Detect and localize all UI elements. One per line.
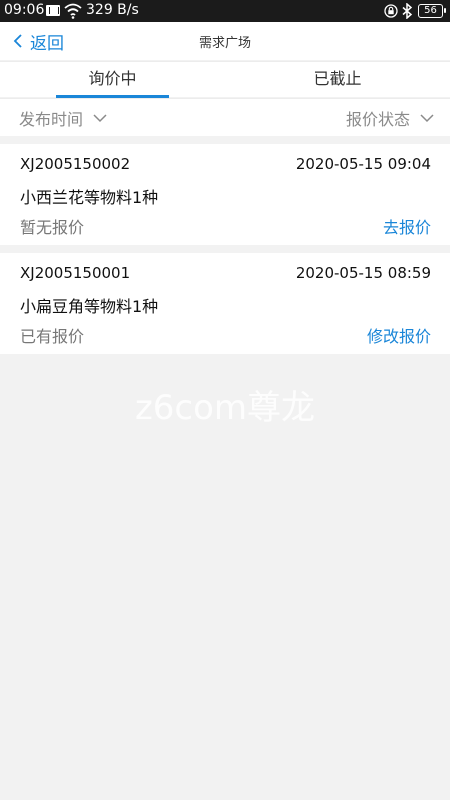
tab-bar: 询价中 已截止 <box>0 61 450 98</box>
battery-level: 56 <box>424 5 437 16</box>
inquiry-card[interactable]: XJ2005150001 2020-05-15 08:59 小扁豆角等物料1种 … <box>0 253 450 354</box>
filter-quote-status[interactable]: 报价状态 <box>346 99 434 137</box>
wifi-icon <box>64 3 82 19</box>
bluetooth-icon <box>402 3 413 19</box>
chevron-down-icon <box>93 114 107 123</box>
lock-icon <box>384 4 398 18</box>
modify-quote-button[interactable]: 修改报价 <box>367 323 431 347</box>
filter-publish-time[interactable]: 发布时间 <box>19 99 107 137</box>
inquiry-name: 小西兰花等物料1种 <box>20 188 159 207</box>
filter-publish-time-label: 发布时间 <box>19 110 84 129</box>
status-time: 09:06 <box>4 2 45 18</box>
mail-icon <box>46 5 60 16</box>
chevron-left-icon <box>13 34 22 48</box>
chevron-down-icon <box>420 114 434 123</box>
status-bar: 09:06 329 B/s 56 <box>0 0 450 22</box>
inquiry-datetime: 2020-05-15 08:59 <box>295 264 431 282</box>
quote-status: 暂无报价 <box>20 218 85 237</box>
back-label: 返回 <box>30 33 64 54</box>
watermark: z6com尊龙 <box>134 388 316 428</box>
network-speed: 329 B/s <box>86 2 139 18</box>
tab-closed[interactable]: 已截止 <box>225 62 450 98</box>
quote-status: 已有报价 <box>20 327 85 346</box>
quote-action-button[interactable]: 去报价 <box>383 214 431 238</box>
tab-inquiring[interactable]: 询价中 <box>0 62 225 98</box>
inquiry-name: 小扁豆角等物料1种 <box>20 297 159 316</box>
inquiry-code: XJ2005150001 <box>20 264 131 282</box>
inquiry-code: XJ2005150002 <box>20 155 131 173</box>
battery-icon: 56 <box>418 4 446 18</box>
inquiry-card[interactable]: XJ2005150002 2020-05-15 09:04 小西兰花等物料1种 … <box>0 144 450 245</box>
filter-quote-status-label: 报价状态 <box>345 110 410 129</box>
nav-bar: 返回 需求广场 <box>0 22 450 60</box>
inquiry-datetime: 2020-05-15 09:04 <box>295 155 431 173</box>
back-button[interactable]: 返回 <box>12 22 64 60</box>
filter-bar: 发布时间 报价状态 <box>0 98 450 136</box>
page-title: 需求广场 <box>198 36 251 51</box>
